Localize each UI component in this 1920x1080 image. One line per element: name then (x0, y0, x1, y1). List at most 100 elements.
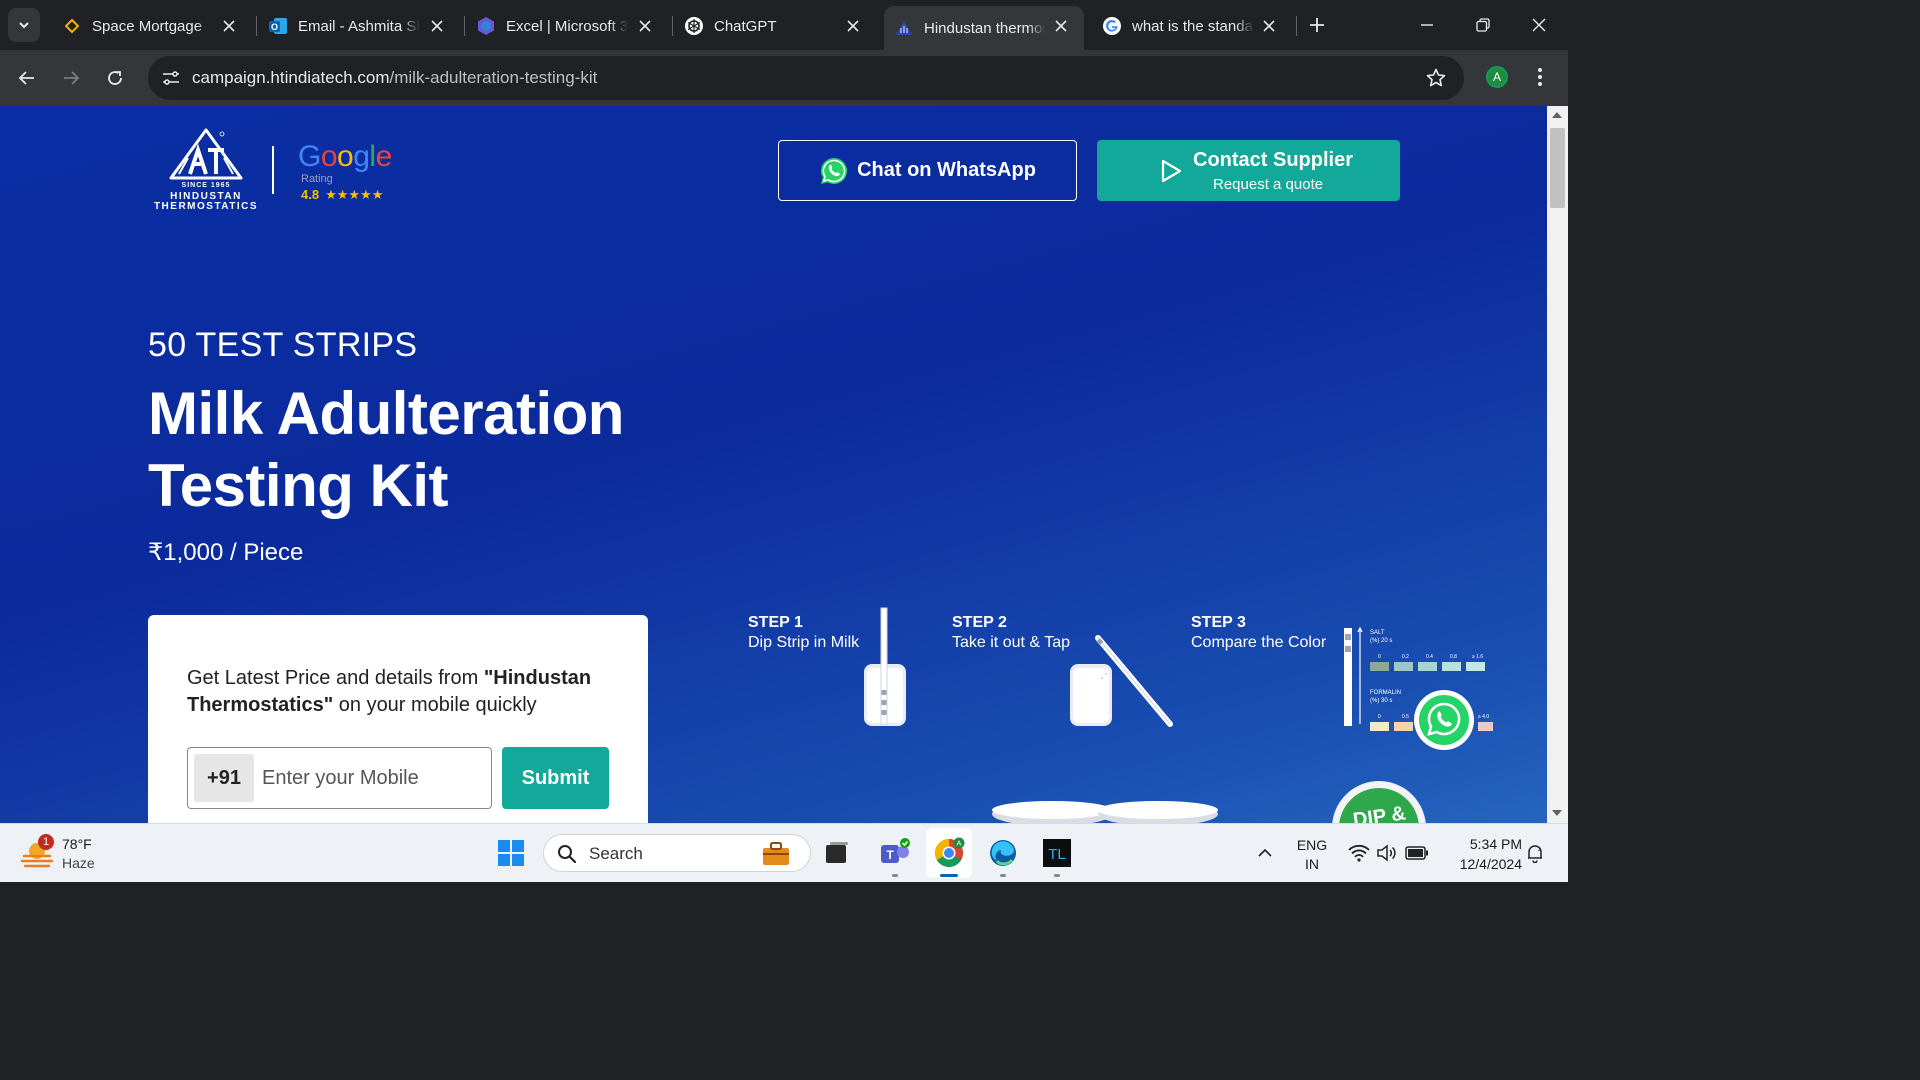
tl-app-button[interactable]: TL (1040, 836, 1074, 870)
show-hidden-icons-button[interactable] (1248, 836, 1282, 870)
google-rating-label: Rating (301, 173, 333, 185)
page-scrollbar[interactable] (1547, 106, 1568, 823)
lead-form-card: Get Latest Price and details from "Hindu… (148, 615, 648, 823)
contact-supplier-button[interactable]: Contact Supplier Request a quote (1097, 140, 1400, 201)
chart-formalin-label: FORMALIN (1370, 690, 1401, 696)
tab-strip: Space Mortgage O Email - Ashmita Sh Exce… (0, 0, 1568, 50)
google-rating: 4.8 ★★★★★ (301, 187, 383, 203)
tab-separator (672, 16, 673, 36)
close-tab-icon[interactable] (1052, 17, 1070, 35)
forward-button[interactable] (57, 64, 85, 92)
battery-status[interactable] (1400, 836, 1434, 870)
tab-excel[interactable]: Excel | Microsoft 3( (468, 6, 668, 46)
speaker-icon (1377, 844, 1396, 862)
clock-date: 12/4/2024 (1459, 856, 1522, 872)
url-text: campaign.htindiatech.com/milk-adulterati… (192, 68, 597, 88)
close-tab-icon[interactable] (220, 17, 238, 35)
tab-email-outlook[interactable]: O Email - Ashmita Sh (260, 6, 460, 46)
minimize-icon (1421, 24, 1433, 26)
close-window-button[interactable] (1526, 12, 1552, 38)
logo-since-text: SINCE 1965 (181, 182, 231, 189)
mobile-number-field[interactable]: +91 (187, 747, 492, 809)
svg-text:O: O (271, 22, 278, 32)
logo-name-line2: THERMOSTATICS (153, 201, 259, 212)
close-tab-icon[interactable] (428, 17, 446, 35)
tab-space-mortgage[interactable]: Space Mortgage (52, 6, 252, 46)
tab-title: Space Mortgage (92, 17, 203, 35)
formalin-tick-2: ≥ 4.0 (1478, 714, 1489, 720)
google-favicon (1102, 16, 1122, 36)
browser-menu-button[interactable] (1530, 64, 1550, 90)
tab-title: Excel | Microsoft 3( (506, 17, 628, 35)
mobile-input[interactable] (262, 758, 482, 798)
floating-whatsapp-button[interactable] (1414, 690, 1474, 750)
chatgpt-favicon (684, 16, 704, 36)
edge-icon (990, 840, 1016, 866)
step-2-text: Take it out & Tap (952, 634, 1070, 651)
start-button[interactable] (494, 836, 528, 870)
tab-google-search[interactable]: what is the standar (1092, 6, 1292, 46)
volume-status[interactable] (1370, 836, 1404, 870)
tab-chatgpt[interactable]: ChatGPT (676, 6, 876, 46)
profile-avatar[interactable]: A (1486, 66, 1508, 88)
formalin-tick-1: 0.5 (1402, 714, 1409, 720)
site-info-icon[interactable] (160, 67, 182, 89)
logo-company-name: HINDUSTAN THERMOSTATICS (148, 192, 264, 212)
edge-app-button[interactable] (986, 836, 1020, 870)
teams-running-indicator (892, 874, 898, 877)
bookmark-star-icon[interactable] (1424, 66, 1448, 90)
step-3: STEP 3 Compare the Color (1191, 613, 1326, 653)
weather-notification-badge: 1 (38, 834, 54, 850)
contact-supplier-label: Contact Supplier (1193, 149, 1354, 171)
close-tab-icon[interactable] (844, 17, 862, 35)
scroll-up-arrow-icon[interactable] (1552, 112, 1562, 118)
step-1: STEP 1 Dip Strip in Milk (748, 613, 859, 653)
system-clock[interactable]: 5:34 PM 12/4/2024 (1440, 834, 1522, 874)
address-bar[interactable]: campaign.htindiatech.com/milk-adulterati… (148, 56, 1464, 100)
windows-logo-icon (498, 840, 524, 866)
step-2: STEP 2 Take it out & Tap (952, 613, 1070, 653)
arrow-left-icon (18, 71, 34, 85)
scrollbar-thumb[interactable] (1550, 128, 1565, 208)
formalin-tick-0: 0 (1378, 714, 1381, 720)
chat-on-whatsapp-button[interactable]: Chat on WhatsApp (778, 140, 1077, 201)
product-title-line2: Testing Kit (148, 452, 449, 519)
minimize-button[interactable] (1414, 12, 1440, 38)
lead-form-text: Get Latest Price and details from "Hindu… (187, 665, 617, 719)
close-tab-icon[interactable] (636, 17, 654, 35)
briefcase-icon (763, 842, 789, 865)
step-3-text: Compare the Color (1191, 634, 1327, 651)
chart-salt-label: SALT (1370, 630, 1385, 636)
reload-button[interactable] (101, 64, 129, 92)
restore-button[interactable] (1470, 12, 1496, 38)
chrome-icon: A (935, 837, 965, 867)
task-view-button[interactable] (820, 836, 854, 870)
tab-title: ChatGPT (714, 17, 777, 35)
new-tab-button[interactable] (1305, 13, 1329, 37)
weather-widget[interactable]: 1 78°F Haze (18, 834, 128, 874)
input-language-indicator[interactable]: ENG IN (1294, 836, 1330, 874)
tab-search-button[interactable] (8, 8, 40, 42)
scroll-down-arrow-icon[interactable] (1552, 810, 1562, 816)
step-2-label: STEP 2 (952, 614, 1007, 631)
restore-icon (1476, 18, 1490, 32)
teams-app-button[interactable]: T (878, 836, 912, 870)
page-viewport: SINCE 1965 HINDUSTAN THERMOSTATICS Googl… (0, 106, 1547, 823)
step-1-text: Dip Strip in Milk (748, 634, 860, 651)
reload-icon (108, 71, 122, 85)
back-button[interactable] (13, 64, 41, 92)
notification-center-button[interactable]: z (1518, 836, 1552, 870)
chrome-app-button[interactable]: A (932, 836, 966, 870)
tap-strip-illustration (1070, 635, 1173, 727)
taskbar-search[interactable]: Search (543, 834, 811, 872)
country-code: +91 (194, 754, 254, 802)
chrome-active-indicator (940, 874, 958, 877)
step-3-label: STEP 3 (1191, 614, 1246, 631)
submit-button[interactable]: Submit (502, 747, 609, 809)
close-tab-icon[interactable] (1260, 17, 1278, 35)
google-wordmark: Google (298, 140, 392, 173)
hindustan-logo[interactable]: SINCE 1965 HINDUSTAN THERMOSTATICS (148, 128, 264, 216)
tab-hindustan-active[interactable]: Hindustan thermos (884, 6, 1084, 50)
chevron-up-icon (1258, 848, 1272, 857)
weather-temp: 78°F (62, 836, 92, 852)
